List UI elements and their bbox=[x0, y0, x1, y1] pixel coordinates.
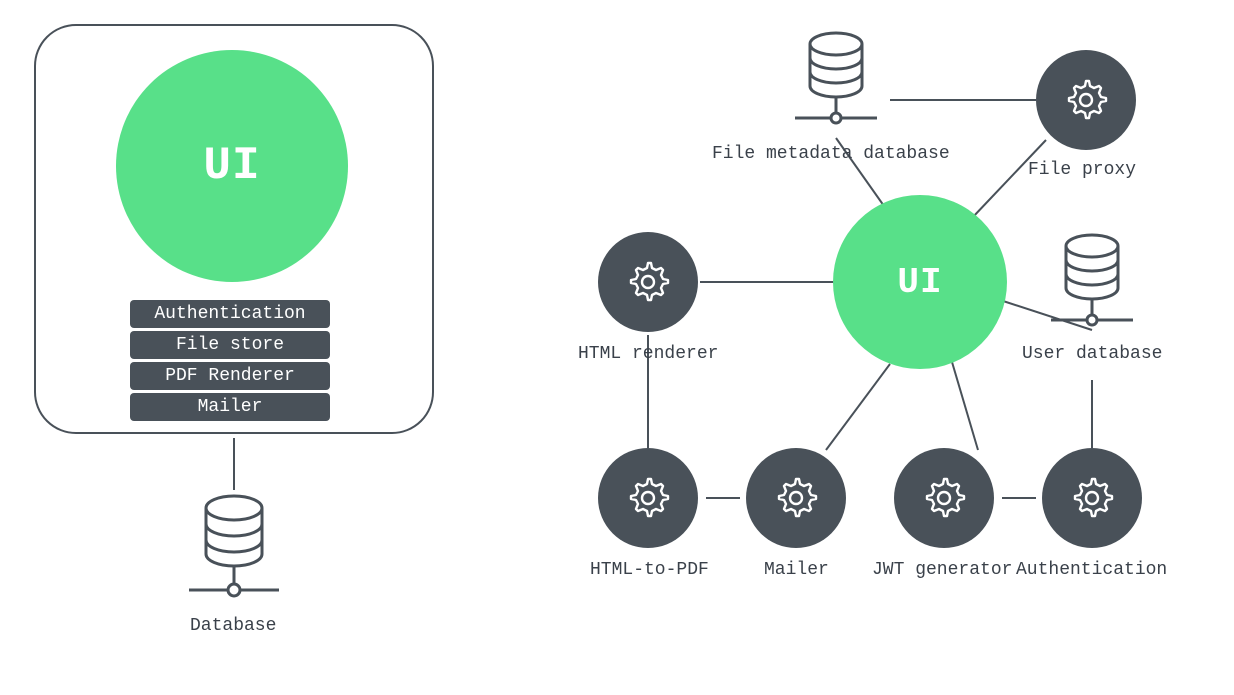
gear-icon bbox=[625, 475, 671, 521]
database-icon bbox=[1037, 232, 1147, 342]
html-renderer-label: HTML renderer bbox=[578, 344, 718, 364]
ui-label: UI bbox=[897, 262, 942, 303]
module-mailer: Mailer bbox=[130, 393, 330, 421]
ui-label: UI bbox=[203, 140, 260, 192]
html-renderer-node bbox=[598, 232, 698, 332]
file-proxy-label: File proxy bbox=[1028, 160, 1136, 180]
gear-icon bbox=[773, 475, 819, 521]
gear-icon bbox=[921, 475, 967, 521]
user-database bbox=[1037, 232, 1147, 342]
gear-icon bbox=[1069, 475, 1115, 521]
file-metadata-db-label: File metadata database bbox=[712, 144, 950, 164]
authentication-label: Authentication bbox=[1016, 560, 1167, 580]
file-proxy-node bbox=[1036, 50, 1136, 150]
ui-node-monolith: UI bbox=[116, 50, 348, 282]
monolith-modules: Authentication File store PDF Renderer M… bbox=[130, 300, 330, 424]
file-metadata-database bbox=[781, 30, 891, 140]
mailer-node bbox=[746, 448, 846, 548]
html-to-pdf-node bbox=[598, 448, 698, 548]
module-authentication: Authentication bbox=[130, 300, 330, 328]
architecture-diagram: UI Authentication File store PDF Rendere… bbox=[0, 0, 1234, 695]
ui-node-microservices: UI bbox=[833, 195, 1007, 369]
authentication-node bbox=[1042, 448, 1142, 548]
module-pdf-renderer: PDF Renderer bbox=[130, 362, 330, 390]
jwt-generator-node bbox=[894, 448, 994, 548]
database-label: Database bbox=[190, 616, 276, 636]
gear-icon bbox=[625, 259, 671, 305]
jwt-generator-label: JWT generator bbox=[872, 560, 1012, 580]
database-monolith bbox=[179, 494, 289, 614]
database-icon bbox=[179, 494, 289, 614]
module-file-store: File store bbox=[130, 331, 330, 359]
html-to-pdf-label: HTML-to-PDF bbox=[590, 560, 709, 580]
mailer-label: Mailer bbox=[764, 560, 829, 580]
gear-icon bbox=[1063, 77, 1109, 123]
user-database-label: User database bbox=[1022, 344, 1162, 364]
database-icon bbox=[781, 30, 891, 140]
